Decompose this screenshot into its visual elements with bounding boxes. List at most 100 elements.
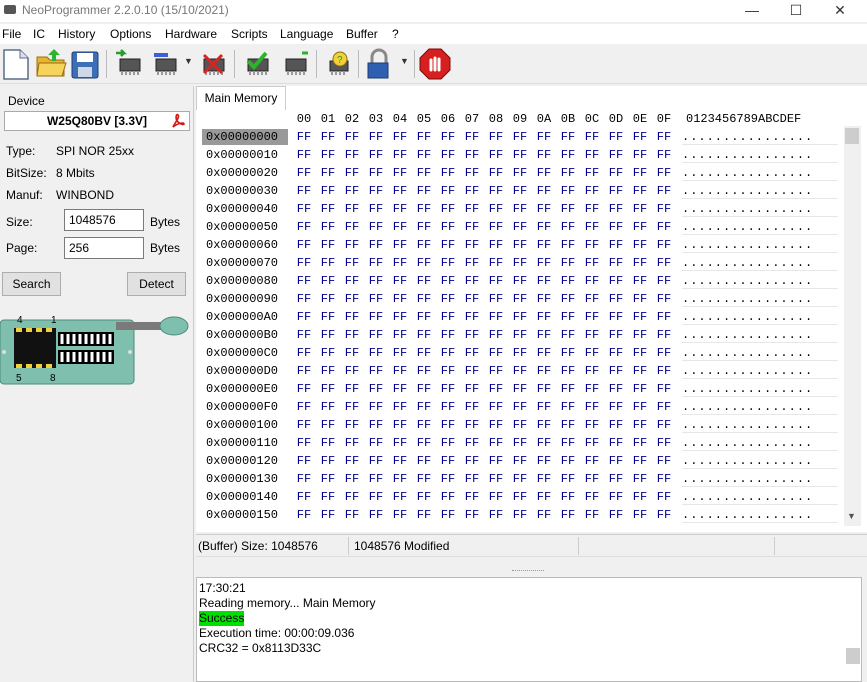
- hex-byte-cell[interactable]: FF: [486, 453, 506, 469]
- hex-byte-cell[interactable]: FF: [630, 363, 650, 379]
- hex-byte-cell[interactable]: FF: [630, 129, 650, 145]
- hex-byte-cell[interactable]: FF: [414, 165, 434, 181]
- hex-byte-cell[interactable]: FF: [462, 417, 482, 433]
- hex-byte-cell[interactable]: FF: [558, 165, 578, 181]
- hex-row[interactable]: 0x000000C0 FF FF FF FF FF FF FF FF FF FF FF FF FF FF FF…: [198, 344, 842, 362]
- hex-row[interactable]: 0x00000120 FF FF FF FF FF FF FF FF FF FF FF FF FF FF FF…: [198, 452, 842, 470]
- hex-row[interactable]: 0x00000080 FF FF FF FF FF FF FF FF FF FF FF FF FF FF FF…: [198, 272, 842, 290]
- hex-byte-cell[interactable]: FF: [438, 201, 458, 217]
- hex-byte-cell[interactable]: FF: [414, 201, 434, 217]
- ascii-cell[interactable]: ................: [682, 417, 838, 433]
- hex-byte-cell[interactable]: FF: [510, 399, 530, 415]
- hex-byte-cell[interactable]: FF: [558, 453, 578, 469]
- hex-byte-cell[interactable]: FF: [390, 291, 410, 307]
- hex-byte-cell[interactable]: FF: [582, 147, 602, 163]
- hex-row[interactable]: 0x00000050 FF FF FF FF FF FF FF FF FF FF FF FF FF FF FF…: [198, 218, 842, 236]
- hex-byte-cell[interactable]: FF: [438, 165, 458, 181]
- hex-byte-cell[interactable]: FF: [294, 327, 314, 343]
- hex-byte-cell[interactable]: FF: [438, 255, 458, 271]
- hex-byte-cell[interactable]: FF: [558, 399, 578, 415]
- protect-dropdown-chevron-down-icon[interactable]: ▼: [400, 56, 409, 66]
- hex-byte-cell[interactable]: FF: [654, 381, 674, 397]
- hex-byte-cell[interactable]: FF: [654, 183, 674, 199]
- hex-byte-cell[interactable]: FF: [630, 453, 650, 469]
- hex-byte-cell[interactable]: FF: [366, 165, 386, 181]
- ascii-cell[interactable]: ................: [682, 453, 838, 469]
- hex-byte-cell[interactable]: FF: [510, 237, 530, 253]
- hex-byte-cell[interactable]: FF: [534, 327, 554, 343]
- hex-byte-cell[interactable]: FF: [510, 129, 530, 145]
- ascii-cell[interactable]: ................: [682, 291, 838, 307]
- hex-byte-cell[interactable]: FF: [534, 129, 554, 145]
- hex-byte-cell[interactable]: FF: [606, 381, 626, 397]
- hex-byte-cell[interactable]: FF: [630, 147, 650, 163]
- save-disk-icon[interactable]: [68, 47, 102, 81]
- hex-byte-cell[interactable]: FF: [558, 201, 578, 217]
- hex-row[interactable]: 0x00000150 FF FF FF FF FF FF FF FF FF FF FF FF FF FF FF…: [198, 506, 842, 524]
- hex-byte-cell[interactable]: FF: [294, 237, 314, 253]
- hex-byte-cell[interactable]: FF: [606, 327, 626, 343]
- hex-byte-cell[interactable]: FF: [414, 273, 434, 289]
- hex-byte-cell[interactable]: FF: [414, 219, 434, 235]
- new-file-icon[interactable]: [0, 47, 34, 81]
- hex-byte-cell[interactable]: FF: [318, 237, 338, 253]
- scroll-down-chevron-down-icon[interactable]: ▼: [847, 511, 856, 521]
- hex-byte-cell[interactable]: FF: [414, 345, 434, 361]
- hex-byte-cell[interactable]: FF: [654, 255, 674, 271]
- hex-byte-cell[interactable]: FF: [606, 417, 626, 433]
- hex-byte-cell[interactable]: FF: [558, 273, 578, 289]
- hex-byte-cell[interactable]: FF: [606, 309, 626, 325]
- hex-byte-cell[interactable]: FF: [366, 435, 386, 451]
- hex-byte-cell[interactable]: FF: [414, 489, 434, 505]
- hex-byte-cell[interactable]: FF: [486, 201, 506, 217]
- hex-byte-cell[interactable]: FF: [486, 471, 506, 487]
- hex-byte-cell[interactable]: FF: [582, 453, 602, 469]
- hex-byte-cell[interactable]: FF: [294, 399, 314, 415]
- hex-byte-cell[interactable]: FF: [510, 327, 530, 343]
- hex-byte-cell[interactable]: FF: [318, 417, 338, 433]
- hex-byte-cell[interactable]: FF: [342, 273, 362, 289]
- hex-byte-cell[interactable]: FF: [294, 363, 314, 379]
- hex-byte-cell[interactable]: FF: [414, 381, 434, 397]
- hex-byte-cell[interactable]: FF: [654, 507, 674, 523]
- hex-byte-cell[interactable]: FF: [486, 273, 506, 289]
- hex-byte-cell[interactable]: FF: [294, 489, 314, 505]
- tab-main-memory[interactable]: Main Memory: [196, 86, 286, 110]
- hex-byte-cell[interactable]: FF: [366, 507, 386, 523]
- ascii-cell[interactable]: ................: [682, 381, 838, 397]
- hex-byte-cell[interactable]: FF: [534, 147, 554, 163]
- hex-byte-cell[interactable]: FF: [414, 309, 434, 325]
- hex-byte-cell[interactable]: FF: [582, 381, 602, 397]
- hex-byte-cell[interactable]: FF: [654, 345, 674, 361]
- hex-byte-cell[interactable]: FF: [630, 183, 650, 199]
- hex-byte-cell[interactable]: FF: [390, 507, 410, 523]
- hex-byte-cell[interactable]: FF: [366, 471, 386, 487]
- ascii-cell[interactable]: ................: [682, 489, 838, 505]
- hex-byte-cell[interactable]: FF: [294, 201, 314, 217]
- stop-icon[interactable]: [418, 47, 452, 81]
- hex-row[interactable]: 0x00000010 FF FF FF FF FF FF FF FF FF FF FF FF FF FF FF…: [198, 146, 842, 164]
- hex-byte-cell[interactable]: FF: [390, 345, 410, 361]
- ascii-cell[interactable]: ................: [682, 165, 838, 181]
- hex-byte-cell[interactable]: FF: [462, 453, 482, 469]
- search-button[interactable]: Search: [2, 272, 61, 296]
- hex-byte-cell[interactable]: FF: [606, 363, 626, 379]
- ascii-cell[interactable]: ................: [682, 435, 838, 451]
- protect-lock-icon[interactable]: [362, 47, 396, 81]
- hex-byte-cell[interactable]: FF: [534, 435, 554, 451]
- hex-byte-cell[interactable]: FF: [294, 507, 314, 523]
- hex-byte-cell[interactable]: FF: [534, 453, 554, 469]
- hex-byte-cell[interactable]: FF: [558, 417, 578, 433]
- hex-byte-cell[interactable]: FF: [606, 183, 626, 199]
- hex-row[interactable]: 0x000000A0 FF FF FF FF FF FF FF FF FF FF FF FF FF FF FF…: [198, 308, 842, 326]
- hex-byte-cell[interactable]: FF: [438, 273, 458, 289]
- hex-byte-cell[interactable]: FF: [390, 399, 410, 415]
- hex-byte-cell[interactable]: FF: [582, 237, 602, 253]
- hex-row[interactable]: 0x00000020 FF FF FF FF FF FF FF FF FF FF FF FF FF FF FF…: [198, 164, 842, 182]
- hex-byte-cell[interactable]: FF: [390, 489, 410, 505]
- hex-byte-cell[interactable]: FF: [414, 507, 434, 523]
- hex-byte-cell[interactable]: FF: [366, 489, 386, 505]
- menu-language[interactable]: Language: [280, 27, 333, 41]
- hex-byte-cell[interactable]: FF: [318, 345, 338, 361]
- detect-button[interactable]: Detect: [127, 272, 186, 296]
